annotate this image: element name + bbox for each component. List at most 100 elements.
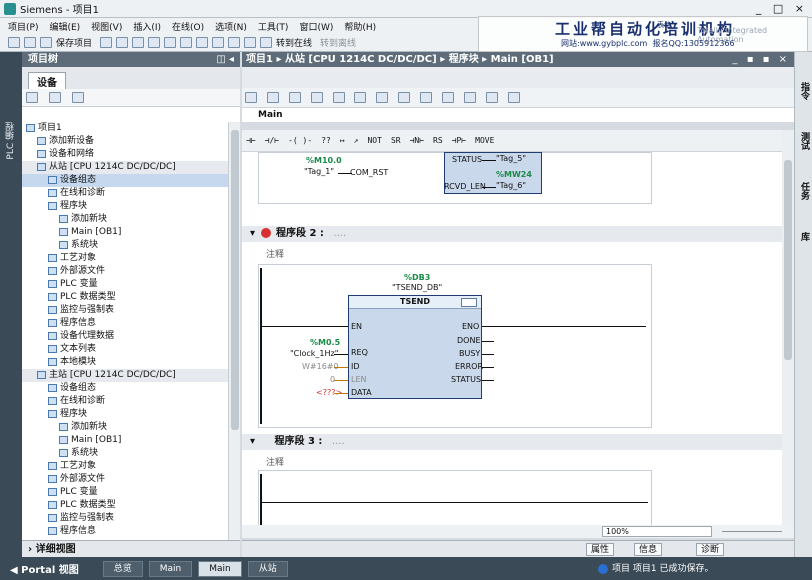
ladder-n-edge-button[interactable]: ⊣N⊢ xyxy=(410,136,424,145)
tree-item[interactable]: 设备代理数据 xyxy=(22,330,228,343)
ladder-box-button[interactable]: ?? xyxy=(321,136,331,145)
expand-chevron-icon[interactable]: › xyxy=(28,544,32,555)
save-icon[interactable] xyxy=(40,37,52,48)
tree-back-icon[interactable] xyxy=(48,92,61,103)
tree-item[interactable]: 设备组态 xyxy=(22,382,228,395)
portal-view-button[interactable]: ◀ Portal 视图 xyxy=(10,561,79,576)
go-online-button[interactable]: 转到在线 xyxy=(276,36,312,49)
taskbar-slave[interactable]: 从站 xyxy=(247,560,288,577)
simulate-icon[interactable] xyxy=(260,37,273,48)
menu-options[interactable]: 选项(N) xyxy=(215,20,247,33)
zoom-select[interactable]: 100% xyxy=(602,526,712,537)
monitor-icon[interactable] xyxy=(420,92,432,103)
tree-item[interactable]: 程序块 xyxy=(22,200,228,213)
open-project-icon[interactable] xyxy=(24,37,36,48)
ladder-coil-button[interactable]: -( )- xyxy=(288,136,312,145)
tree-item[interactable]: PLC 变量 xyxy=(22,486,228,499)
ladder-branch-close-button[interactable]: ↗ xyxy=(354,136,359,145)
diagnostics-tab[interactable]: 诊断 xyxy=(696,543,725,556)
delete-icon[interactable] xyxy=(164,37,177,48)
window-controls[interactable]: _ □ × xyxy=(756,2,808,15)
libraries-tab[interactable]: 库 xyxy=(798,232,811,241)
print-icon[interactable] xyxy=(100,37,113,48)
download-icon[interactable] xyxy=(228,37,241,48)
tree-item[interactable]: 在线和诊断 xyxy=(22,395,228,408)
tree-item[interactable]: 本地模块 xyxy=(22,356,228,369)
tree-view-icon[interactable] xyxy=(26,92,38,103)
breakpoint-icon[interactable] xyxy=(507,92,520,103)
network-3-comment[interactable]: 注释 xyxy=(266,455,284,468)
taskbar-overview[interactable]: 总览 xyxy=(102,560,143,577)
tree-scrollbar[interactable] xyxy=(228,122,240,540)
tree-item[interactable]: 系统块 xyxy=(22,447,228,460)
tree-item[interactable]: 文本列表 xyxy=(22,343,228,356)
net1-in1-tag[interactable]: "Tag_1" xyxy=(304,167,334,176)
menu-insert[interactable]: 插入(I) xyxy=(133,20,161,33)
tree-item[interactable]: 在线和诊断 xyxy=(22,187,228,200)
properties-tab[interactable]: 属性 xyxy=(586,543,615,556)
ladder-sr-button[interactable]: SR xyxy=(391,136,401,145)
tsend-req-value[interactable]: "Clock_1Hz" xyxy=(290,349,338,358)
tree-item[interactable]: 添加新设备 xyxy=(22,135,228,148)
go-offline-button[interactable]: 转到离线 xyxy=(320,36,356,49)
plc-programming-strip[interactable]: PLC 编程 xyxy=(0,52,22,557)
tasks-tab[interactable]: 任务 xyxy=(798,182,811,200)
editor-window-controls[interactable]: _ ▪ ▪ × xyxy=(733,52,790,67)
tree-item[interactable]: 主站 [CPU 1214C DC/DC/DC] xyxy=(22,369,228,382)
upload-icon[interactable] xyxy=(244,37,257,48)
network-comments-icon[interactable] xyxy=(398,92,411,103)
tree-item[interactable]: 从站 [CPU 1214C DC/DC/DC] xyxy=(22,161,228,174)
network-2-comment[interactable]: 注释 xyxy=(266,247,284,260)
menu-tools[interactable]: 工具(T) xyxy=(258,20,289,33)
tree-item[interactable]: PLC 数据类型 xyxy=(22,291,228,304)
expand-networks-icon[interactable] xyxy=(376,92,389,103)
insert-network-icon[interactable] xyxy=(245,92,257,103)
tree-item[interactable]: Main [OB1] xyxy=(22,434,228,447)
ladder-nc-contact-button[interactable]: ⊣/⊢ xyxy=(265,136,279,145)
taskbar-main-2[interactable]: Main xyxy=(198,560,242,577)
ladder-move-button[interactable]: MOVE xyxy=(475,136,494,145)
compile-icon[interactable] xyxy=(212,37,225,48)
menu-online[interactable]: 在线(O) xyxy=(172,20,204,33)
tree-item[interactable]: 外部源文件 xyxy=(22,265,228,278)
tree-item[interactable]: 工艺对象 xyxy=(22,252,228,265)
copy-icon[interactable] xyxy=(132,37,145,48)
tsend-config-icon[interactable] xyxy=(461,298,477,307)
menu-edit[interactable]: 编辑(E) xyxy=(49,20,80,33)
tree-item[interactable]: 设备和网络 xyxy=(22,148,228,161)
new-project-icon[interactable] xyxy=(8,37,20,48)
modify-icon[interactable] xyxy=(441,92,454,103)
collapse-networks-icon[interactable] xyxy=(354,92,367,103)
menu-project[interactable]: 项目(P) xyxy=(8,20,38,33)
editor-scroll-thumb[interactable] xyxy=(784,160,792,360)
cut-icon[interactable] xyxy=(116,37,129,48)
editor-scrollbar[interactable] xyxy=(782,130,794,538)
taskbar-main-1[interactable]: Main xyxy=(148,560,193,577)
favorites-icon[interactable] xyxy=(332,92,345,103)
absolute-address-icon[interactable] xyxy=(310,92,323,103)
testing-tab[interactable]: 测试 xyxy=(798,132,811,150)
tree-forward-icon[interactable] xyxy=(71,92,84,103)
tree-item[interactable]: 监控与强制表 xyxy=(22,512,228,525)
ladder-canvas[interactable]: %M10.0 "Tag_1" COM_RST STATUS "Tag_5" %M… xyxy=(242,152,782,538)
tree-item[interactable]: 添加新块 xyxy=(22,421,228,434)
tree-item[interactable]: 系统块 xyxy=(22,239,228,252)
delete-network-icon[interactable] xyxy=(266,92,279,103)
menu-view[interactable]: 视图(V) xyxy=(91,20,122,33)
undo-icon[interactable] xyxy=(180,37,193,48)
ladder-rs-button[interactable]: RS xyxy=(433,136,443,145)
net2-db-name[interactable]: "TSEND_DB" xyxy=(392,283,442,292)
ladder-branch-open-button[interactable]: ↦ xyxy=(340,136,345,145)
menu-window[interactable]: 窗口(W) xyxy=(299,20,333,33)
detail-view-header[interactable]: › 详细视图 xyxy=(22,540,240,557)
redo-icon[interactable] xyxy=(196,37,209,48)
tree-item[interactable]: 程序信息 xyxy=(22,317,228,330)
network-3-header[interactable]: ▾ 程序段 3 : .... xyxy=(242,434,782,450)
tree-item[interactable]: Main [OB1] xyxy=(22,226,228,239)
tree-item[interactable]: 程序信息 xyxy=(22,525,228,538)
ladder-no-contact-button[interactable]: ⊣⊢ xyxy=(246,136,256,145)
save-project-button[interactable]: 保存项目 xyxy=(56,36,92,49)
instructions-tab[interactable]: 指令 xyxy=(798,82,811,100)
tree-item[interactable]: PLC 变量 xyxy=(22,278,228,291)
net1-status-tag[interactable]: "Tag_5" xyxy=(496,154,526,163)
